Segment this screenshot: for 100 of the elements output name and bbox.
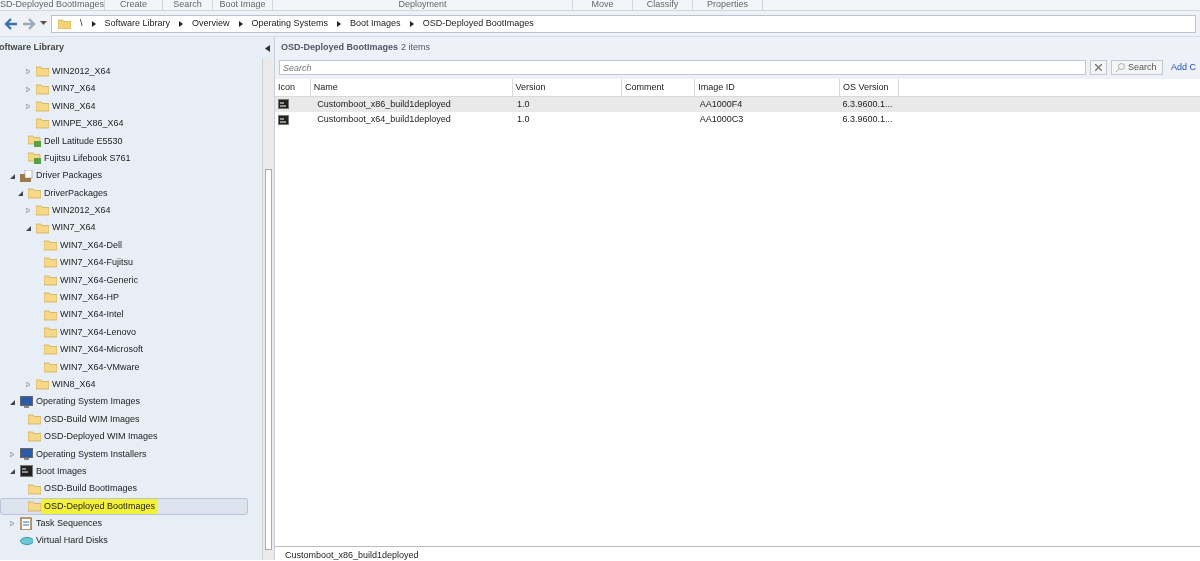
folder-icon bbox=[36, 99, 49, 113]
column-header[interactable]: Name bbox=[310, 79, 512, 96]
tree-item[interactable]: WIN7_X64-Dell bbox=[0, 236, 262, 255]
monitor-icon bbox=[20, 395, 33, 409]
folder-icon bbox=[44, 273, 57, 287]
folder-icon bbox=[44, 239, 57, 253]
expanded-icon[interactable] bbox=[10, 399, 15, 405]
folder-icon bbox=[28, 482, 41, 496]
table-cell: 6.3.9600.1... bbox=[842, 114, 893, 125]
column-header[interactable]: Comment bbox=[621, 79, 695, 96]
tree-item[interactable]: WIN8_X64 bbox=[0, 97, 262, 116]
ribbon-group-label: Properties bbox=[693, 0, 763, 10]
console-icon bbox=[278, 114, 289, 125]
folder-icon bbox=[28, 430, 41, 444]
tree-item[interactable]: Operating System Installers bbox=[0, 445, 262, 463]
tree-item[interactable]: WIN7_X64-VMware bbox=[0, 358, 262, 377]
add-criteria-link[interactable]: Add C bbox=[1171, 60, 1196, 75]
tree-item[interactable]: Driver Packages bbox=[0, 167, 262, 185]
driver-folder-icon bbox=[28, 134, 41, 148]
tree-item[interactable]: OSD-Deployed BootImages bbox=[0, 497, 248, 516]
search-button[interactable]: Search bbox=[1111, 60, 1163, 75]
ribbon-group-label: SD-Deployed BootImages bbox=[0, 0, 105, 10]
breadcrumb-arrow-icon[interactable] bbox=[337, 20, 342, 27]
table-cell-text: Customboot_x86_build1deployed bbox=[316, 98, 451, 109]
tree-item[interactable]: Boot Images bbox=[0, 463, 262, 481]
tree-item[interactable]: WIN7_X64-HP bbox=[0, 289, 262, 307]
item-count: 2 items bbox=[401, 40, 431, 54]
ribbon-group-label: Search bbox=[163, 0, 213, 10]
console-icon bbox=[20, 465, 33, 479]
breadcrumb-item[interactable]: \ bbox=[80, 16, 83, 31]
tree-item[interactable]: WINPE_X86_X64 bbox=[0, 115, 262, 133]
clear-button[interactable] bbox=[1090, 60, 1107, 75]
column-header[interactable]: Icon bbox=[275, 79, 311, 96]
tree-item[interactable]: Dell Latitude E5530 bbox=[0, 132, 262, 150]
breadcrumb-arrow-icon[interactable] bbox=[238, 20, 243, 27]
folder-icon bbox=[36, 378, 49, 392]
tree-item[interactable]: WIN7_X64 bbox=[0, 80, 262, 98]
address-bar[interactable]: \ Software Library Overview Operating Systems Boot Images OSD-Deployed BootImages bbox=[51, 14, 1196, 33]
search-field[interactable]: Search bbox=[279, 60, 1086, 75]
tree-item[interactable]: WIN7_X64-Lenovo bbox=[0, 323, 262, 342]
tree-item[interactable]: WIN8_X64 bbox=[0, 376, 262, 394]
breadcrumb-item[interactable]: OSD-Deployed BootImages bbox=[422, 16, 534, 31]
table-cell-text: 1.0 bbox=[516, 114, 530, 125]
table-row[interactable]: Customboot_x86_build1deployed 1.0 AA1000F4 6.3.9600.1... bbox=[275, 96, 1200, 112]
tree-item[interactable]: OSD-Build BootImages bbox=[0, 480, 262, 498]
ribbon-group-label: Classify bbox=[633, 0, 693, 10]
folder-icon bbox=[44, 360, 57, 374]
pane-title: oftware Library bbox=[0, 41, 65, 55]
driver-folder-icon bbox=[28, 152, 41, 166]
search-icon bbox=[1116, 63, 1125, 72]
tree-item[interactable]: Operating System Images bbox=[0, 393, 262, 411]
close-icon bbox=[1095, 64, 1102, 71]
tree-item[interactable]: Fujitsu Lifebook S761 bbox=[0, 149, 262, 168]
tree-item[interactable]: WIN2012_X64 bbox=[0, 63, 262, 81]
tree-item[interactable]: WIN7_X64-Fujitsu bbox=[0, 254, 262, 272]
tree-item[interactable]: OSD-Build WIM Images bbox=[0, 410, 262, 429]
folder-icon bbox=[36, 117, 49, 131]
monitor-icon bbox=[20, 447, 33, 461]
table-row[interactable]: Customboot_x64_build1deployed 1.0 AA1000C3 6.3.9600.1... bbox=[275, 112, 1200, 128]
folder-icon bbox=[44, 308, 57, 322]
breadcrumb-arrow-icon[interactable] bbox=[179, 20, 184, 27]
table-cell-text: 1.0 bbox=[516, 98, 530, 109]
collapse-icon[interactable] bbox=[265, 44, 270, 52]
folder-icon bbox=[36, 82, 49, 96]
ribbon-group-label: Deployment bbox=[273, 0, 573, 10]
breadcrumb-item[interactable]: Operating Systems bbox=[251, 16, 329, 31]
folder-icon bbox=[36, 204, 49, 218]
column-header[interactable]: Version bbox=[512, 79, 622, 96]
tree-item[interactable]: DriverPackages bbox=[0, 184, 262, 203]
tree-item[interactable]: Virtual Hard Disks bbox=[0, 532, 262, 550]
breadcrumb-arrow-icon[interactable] bbox=[409, 20, 414, 27]
folder-icon bbox=[58, 18, 71, 29]
table-cell: 6.3.9600.1... bbox=[842, 98, 893, 109]
folder-icon bbox=[36, 221, 49, 235]
scrollbar[interactable] bbox=[262, 59, 274, 560]
expanded-icon[interactable] bbox=[18, 190, 23, 196]
tree-item[interactable]: WIN2012_X64 bbox=[0, 202, 262, 220]
folder-icon bbox=[28, 186, 41, 200]
clipboard-icon bbox=[20, 517, 33, 531]
folder-icon bbox=[44, 326, 57, 340]
breadcrumb-item[interactable]: Overview bbox=[192, 16, 230, 31]
table-cell-text: Customboot_x64_build1deployed bbox=[316, 114, 451, 125]
dropdown-icon[interactable] bbox=[40, 21, 47, 26]
back-icon[interactable] bbox=[4, 17, 18, 30]
breadcrumb-arrow-icon[interactable] bbox=[91, 20, 96, 27]
folder-icon bbox=[44, 343, 57, 357]
tree-item[interactable]: Task Sequences bbox=[0, 515, 262, 533]
tree-item[interactable]: OSD-Deployed WIM Images bbox=[0, 428, 262, 446]
tree-item[interactable]: WIN7_X64-Generic bbox=[0, 271, 262, 290]
breadcrumb-item[interactable]: Boot Images bbox=[350, 16, 401, 31]
tree-item[interactable]: WIN7_X64-Intel bbox=[0, 306, 262, 324]
console-icon bbox=[278, 99, 289, 110]
tree-item[interactable]: WIN7_X64-Microsoft bbox=[0, 341, 262, 359]
tree-item[interactable]: WIN7_X64 bbox=[0, 219, 262, 237]
column-header[interactable]: OS Version bbox=[839, 79, 899, 96]
breadcrumb-item[interactable]: Software Library bbox=[104, 16, 171, 31]
expanded-icon[interactable] bbox=[10, 173, 15, 179]
expanded-icon[interactable] bbox=[10, 469, 15, 475]
expanded-icon[interactable] bbox=[26, 225, 31, 231]
column-header[interactable]: Image ID bbox=[694, 79, 840, 96]
